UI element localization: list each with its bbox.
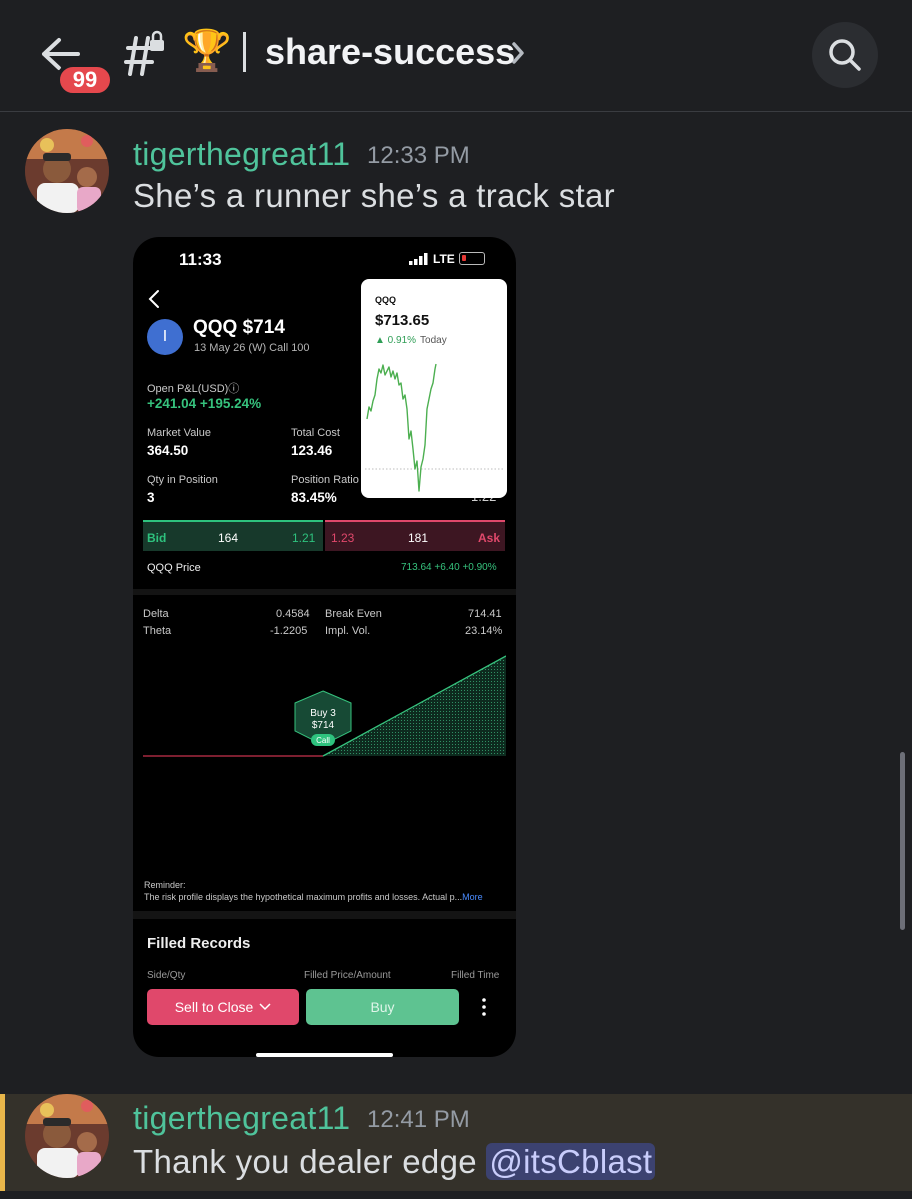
avatar[interactable] [25,129,109,213]
iv-value: 23.14% [465,625,503,637]
marker-price: $714 [312,720,335,731]
section-divider [133,911,516,919]
bid-label: Bid [147,531,167,545]
locked-channel-icon [124,30,164,76]
position-ratio-label: Position Ratio [291,474,359,486]
search-icon [829,39,861,71]
home-indicator [256,1053,393,1057]
reminder-title: Reminder: [144,880,186,890]
username[interactable]: tigerthegreat11 [133,136,350,172]
popup-change: ▲ 0.91% Today [375,335,447,346]
trophy-icon: 🏆 [182,28,232,74]
scrollbar[interactable] [900,752,905,930]
marker-buy-qty: Buy 3 [310,708,336,719]
avatar-photo [25,1094,109,1178]
bid-size: 164 [218,531,239,545]
market-value: 364.50 [147,443,189,458]
back-chevron-icon [148,290,159,308]
more-link[interactable]: More [462,892,483,902]
contract-details: 13 May 26 (W) Call 100 [194,342,310,354]
avatar-photo [25,129,109,213]
open-pl-label: Open P&L(USD)ⓘ [147,383,240,395]
total-cost-label: Total Cost [291,427,340,439]
mention-highlight-bar [0,1094,5,1191]
price-popup-card: QQQ $713.65 ▲ 0.91% Today [361,279,507,498]
symbol-title: QQQ $714 [193,317,285,338]
timestamp: 12:33 PM [367,142,470,169]
ask-price: 1.23 [331,531,355,545]
iv-label: Impl. Vol. [325,625,371,637]
break-even-label: Break Even [325,608,382,620]
battery-icon [459,252,485,265]
filled-records-title: Filled Records [147,935,251,952]
username[interactable]: tigerthegreat11 [133,1100,350,1136]
total-cost: 123.46 [291,443,333,458]
risk-profile-chart: Buy 3 $714 Call [143,655,506,757]
bid-ask-bar: Bid 164 1.21 1.23 181 Ask [143,520,505,551]
theta-value: -1.2205 [270,625,308,637]
more-options-icon[interactable] [479,997,489,1017]
column-filled-time: Filled Time [451,970,500,981]
bid-price: 1.21 [292,531,316,545]
ask-side: 1.23 181 Ask [325,520,505,551]
message-body: Thank you dealer edge [133,1143,487,1180]
underlying-value: 713.64 +6.40 +0.90% [401,562,497,573]
popup-price: $713.65 [375,312,430,329]
signal-icon [409,253,428,265]
section-divider [133,589,516,595]
risk-reminder: Reminder: The risk profile displays the … [144,879,506,903]
channel-name[interactable]: share-success [265,30,515,74]
position-ratio: 83.45% [291,490,337,505]
sell-button-label: Sell to Close [174,999,254,1015]
channel-header: 99 🏆 share-success [0,0,912,112]
unread-badge: 99 [56,63,114,97]
theta-label: Theta [143,625,172,637]
marker-tag: Call [316,736,330,745]
chevron-right-icon[interactable] [508,36,528,70]
buy-button[interactable]: Buy [306,989,459,1025]
column-filled-price: Filled Price/Amount [304,970,391,981]
open-pl-value: +241.04 +195.24% [147,396,262,411]
status-time: 11:33 [179,250,222,269]
avatar[interactable] [25,1094,109,1178]
message-text: Thank you dealer edge @itsCblast [133,1142,656,1182]
divider [243,32,246,72]
search-button[interactable] [812,22,878,88]
timestamp: 12:41 PM [367,1106,470,1133]
sell-to-close-button[interactable]: Sell to Close [147,989,299,1025]
invesco-logo: I [147,319,183,355]
bid-side: Bid 164 1.21 [143,520,323,551]
popup-symbol: QQQ [375,295,397,305]
qty-value: 3 [147,490,155,505]
market-value-label: Market Value [147,427,211,439]
network-label: LTE [433,252,455,266]
underlying-label: QQQ Price [147,562,201,574]
reminder-text: The risk profile displays the hypothetic… [144,892,463,902]
image-attachment[interactable]: 11:33 LTE I QQQ $714 13 May 26 (W) Call … [133,237,516,1057]
delta-value: 0.4584 [276,608,310,620]
intraday-sparkline [365,363,503,492]
qty-label: Qty in Position [147,474,218,486]
user-mention[interactable]: @itsCblast [486,1143,656,1180]
message-text: She’s a runner she’s a track star [133,177,615,214]
ask-label: Ask [478,531,501,545]
delta-label: Delta [143,608,169,620]
break-even-value: 714.41 [468,608,502,620]
chevron-down-icon [259,1003,271,1011]
ask-size: 181 [408,531,429,545]
column-side-qty: Side/Qty [147,970,186,981]
